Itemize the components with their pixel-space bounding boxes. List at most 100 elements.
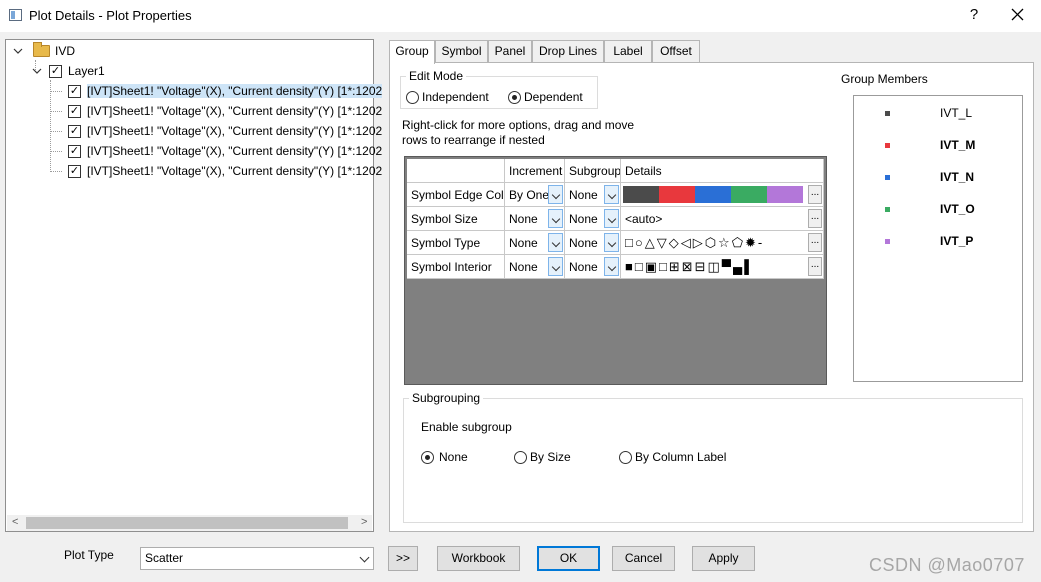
tab-symbol[interactable]: Symbol	[435, 40, 488, 62]
scroll-left-icon[interactable]: <	[12, 516, 18, 528]
color-marker	[885, 174, 890, 180]
dataset-checkbox[interactable]: ✓	[68, 104, 81, 118]
more-options-button[interactable]: >>	[388, 546, 418, 571]
color-swatch	[659, 186, 695, 203]
increment-dropdown[interactable]: None	[505, 255, 565, 279]
chevron-down-icon[interactable]	[31, 65, 43, 77]
close-button[interactable]	[1009, 4, 1027, 24]
tab-group[interactable]: Group	[389, 40, 435, 64]
details-size[interactable]: <auto>...	[621, 207, 824, 231]
grid-header-increment: Increment	[505, 159, 565, 183]
group-members-list[interactable]: IVT_L IVT_M IVT_N IVT_O IVT_P	[853, 95, 1023, 382]
chevron-down-icon[interactable]	[548, 257, 563, 276]
color-swatch	[623, 186, 659, 203]
apply-button[interactable]: Apply	[692, 546, 755, 571]
group-member-item[interactable]: IVT_O	[854, 201, 1022, 217]
dataset-checkbox[interactable]: ✓	[68, 124, 81, 138]
workbook-button[interactable]: Workbook	[437, 546, 520, 571]
subgroup-dropdown[interactable]: None	[565, 231, 621, 255]
dataset-checkbox[interactable]: ✓	[68, 84, 81, 98]
chevron-down-icon[interactable]	[604, 257, 619, 276]
subgrouping-legend: Subgrouping	[412, 391, 481, 405]
chevron-down-icon[interactable]	[548, 209, 563, 228]
radio-subgroup-none[interactable]: None	[421, 450, 468, 464]
tab-panel[interactable]: Panel	[488, 40, 532, 62]
radio-selected-icon	[508, 90, 521, 104]
details-symbol-types[interactable]: □○△▽◇◁▷⬡☆⬠✹-...	[621, 231, 824, 255]
chevron-down-icon[interactable]	[604, 209, 619, 228]
enable-subgroup-label: Enable subgroup	[421, 420, 512, 434]
color-marker	[885, 238, 890, 244]
tree-item-dataset[interactable]: ✓ [IVT]Sheet1! "Voltage"(X), "Current de…	[68, 101, 382, 121]
close-icon	[1011, 8, 1024, 21]
chevron-down-icon[interactable]	[604, 233, 619, 252]
horizontal-scrollbar[interactable]: < >	[7, 515, 372, 531]
group-members-label: Group Members	[841, 72, 928, 86]
radio-independent[interactable]: Independent	[406, 90, 489, 104]
radio-subgroup-by-column-label-label: By Column Label	[635, 450, 727, 464]
radio-subgroup-none-label: None	[439, 450, 468, 464]
color-swatch	[767, 186, 803, 203]
tree-node-layer[interactable]: ✓ Layer1	[31, 61, 105, 81]
increment-dropdown[interactable]: By One	[505, 183, 565, 207]
radio-subgroup-by-size[interactable]: By Size	[514, 450, 571, 464]
chevron-down-icon[interactable]	[548, 233, 563, 252]
tree-item-dataset[interactable]: ✓ [IVT]Sheet1! "Voltage"(X), "Current de…	[68, 141, 382, 161]
details-size-value: <auto>	[625, 211, 663, 226]
plot-tree[interactable]: IVD ✓ Layer1 ✓ [IVT]Sheet1! "Voltage"(X)…	[5, 39, 383, 532]
group-member-name: IVT_O	[940, 202, 975, 216]
increment-dropdown[interactable]: None	[505, 207, 565, 231]
radio-icon	[406, 90, 419, 104]
group-member-item[interactable]: IVT_P	[854, 233, 1022, 249]
tab-offset[interactable]: Offset	[652, 40, 700, 62]
increment-dropdown[interactable]: None	[505, 231, 565, 255]
layer-checkbox[interactable]: ✓	[49, 64, 62, 78]
details-symbol-interiors[interactable]: ■□▣□⊞⊠⊟◫▀▄▌...	[621, 255, 824, 279]
scrollbar-thumb[interactable]	[26, 517, 348, 529]
group-member-item[interactable]: IVT_L	[854, 105, 1022, 121]
details-ellipsis-button[interactable]: ...	[808, 257, 822, 276]
tree-guide	[50, 171, 62, 172]
dataset-label: [IVT]Sheet1! "Voltage"(X), "Current dens…	[87, 124, 383, 138]
tree-guide	[50, 151, 62, 152]
details-ellipsis-button[interactable]: ...	[808, 209, 822, 228]
dataset-checkbox[interactable]: ✓	[68, 144, 81, 158]
chevron-down-icon[interactable]	[604, 185, 619, 204]
tree-item-dataset[interactable]: ✓ [IVT]Sheet1! "Voltage"(X), "Current de…	[68, 81, 383, 101]
tree-item-dataset[interactable]: ✓ [IVT]Sheet1! "Voltage"(X), "Current de…	[68, 121, 382, 141]
radio-icon	[514, 450, 527, 464]
tree-guide	[50, 111, 62, 112]
tab-drop-lines[interactable]: Drop Lines	[532, 40, 604, 62]
grid-hint-text: Right-click for more options, drag and m…	[402, 118, 635, 147]
grid-row-label: Symbol Type	[407, 231, 505, 255]
details-color-list[interactable]: ...	[621, 183, 824, 207]
details-ellipsis-button[interactable]: ...	[808, 185, 822, 204]
subgroup-dropdown[interactable]: None	[565, 255, 621, 279]
radio-subgroup-by-column-label[interactable]: By Column Label	[619, 450, 726, 464]
group-member-name: IVT_N	[940, 170, 975, 184]
tree-item-dataset[interactable]: ✓ [IVT]Sheet1! "Voltage"(X), "Current de…	[68, 161, 382, 181]
color-swatch	[731, 186, 767, 203]
increment-value: None	[509, 235, 538, 250]
scroll-right-icon[interactable]: >	[361, 516, 367, 528]
group-member-item[interactable]: IVT_M	[854, 137, 1022, 153]
tab-label[interactable]: Label	[604, 40, 652, 62]
chevron-down-icon[interactable]	[12, 45, 24, 57]
cancel-button[interactable]: Cancel	[612, 546, 675, 571]
group-settings-grid[interactable]: Increment Subgroup Details Symbol Edge C…	[404, 156, 827, 385]
chevron-down-icon[interactable]	[548, 185, 563, 204]
radio-dependent[interactable]: Dependent	[508, 90, 583, 104]
subgroup-dropdown[interactable]: None	[565, 183, 621, 207]
radio-subgroup-by-size-label: By Size	[530, 450, 571, 464]
plot-type-select[interactable]: Scatter	[140, 547, 374, 570]
tree-node-root[interactable]: IVD	[12, 41, 75, 61]
symbol-interior-list: ■□▣□⊞⊠⊟◫▀▄▌	[625, 258, 756, 274]
help-button[interactable]: ?	[966, 6, 982, 24]
ok-button[interactable]: OK	[537, 546, 600, 571]
dataset-checkbox[interactable]: ✓	[68, 164, 81, 178]
subgroup-dropdown[interactable]: None	[565, 207, 621, 231]
group-member-item[interactable]: IVT_N	[854, 169, 1022, 185]
details-ellipsis-button[interactable]: ...	[808, 233, 822, 252]
grid-row-label: Symbol Size	[407, 207, 505, 231]
dataset-label: [IVT]Sheet1! "Voltage"(X), "Current dens…	[87, 104, 383, 118]
